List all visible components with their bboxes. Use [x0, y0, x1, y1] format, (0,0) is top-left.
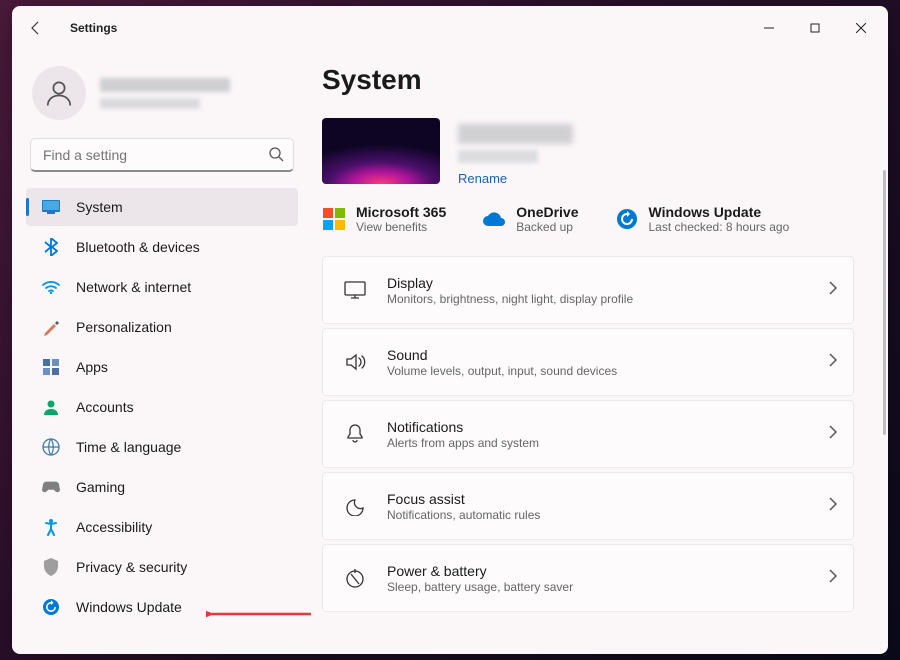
- status-title: Microsoft 365: [356, 204, 446, 220]
- sidebar-item-apps[interactable]: Apps: [26, 348, 298, 386]
- close-button[interactable]: [838, 12, 884, 44]
- desktop-preview[interactable]: [322, 118, 440, 184]
- maximize-button[interactable]: [792, 12, 838, 44]
- card-title: Notifications: [387, 419, 809, 435]
- user-name-redacted: [100, 78, 230, 92]
- status-sub: Backed up: [516, 220, 578, 234]
- chevron-right-icon: [829, 569, 837, 588]
- nav-icon: [42, 558, 60, 576]
- nav-label: Network & internet: [76, 279, 191, 295]
- card-subtitle: Alerts from apps and system: [387, 436, 809, 450]
- sidebar-item-accounts[interactable]: Accounts: [26, 388, 298, 426]
- device-name-redacted: [458, 124, 573, 144]
- chevron-right-icon: [829, 497, 837, 516]
- nav-label: Privacy & security: [76, 559, 187, 575]
- user-email-redacted: [100, 98, 200, 109]
- nav-icon: [42, 358, 60, 376]
- window-title: Settings: [70, 21, 117, 35]
- titlebar: Settings: [12, 6, 888, 50]
- card-icon: [343, 496, 367, 516]
- card-title: Power & battery: [387, 563, 809, 579]
- minimize-button[interactable]: [746, 12, 792, 44]
- chevron-right-icon: [829, 353, 837, 372]
- nav-label: Accessibility: [76, 519, 152, 535]
- nav-label: Apps: [76, 359, 108, 375]
- status-row: Microsoft 365 View benefits OneDrive Bac…: [322, 204, 854, 234]
- card-title: Focus assist: [387, 491, 809, 507]
- back-button[interactable]: [16, 8, 56, 48]
- card-subtitle: Monitors, brightness, night light, displ…: [387, 292, 809, 306]
- card-icon: [343, 567, 367, 589]
- nav-label: System: [76, 199, 123, 215]
- settings-window: Settings: [12, 6, 888, 654]
- settings-card-focus-assist[interactable]: Focus assistNotifications, automatic rul…: [322, 472, 854, 540]
- rename-link[interactable]: Rename: [458, 171, 573, 186]
- page-title: System: [322, 64, 854, 96]
- nav-icon: [42, 478, 60, 496]
- card-title: Sound: [387, 347, 809, 363]
- scrollbar[interactable]: [883, 170, 886, 652]
- user-block[interactable]: [18, 56, 306, 138]
- nav-icon: [42, 318, 60, 336]
- nav-icon: [42, 278, 60, 296]
- status-title: OneDrive: [516, 204, 578, 220]
- nav-icon: [42, 398, 60, 416]
- nav-icon: [42, 198, 60, 216]
- card-subtitle: Volume levels, output, input, sound devi…: [387, 364, 809, 378]
- chevron-right-icon: [829, 281, 837, 300]
- sidebar-item-personalization[interactable]: Personalization: [26, 308, 298, 346]
- status-microsoft-365[interactable]: Microsoft 365 View benefits: [322, 204, 446, 234]
- device-model-redacted: [458, 150, 538, 163]
- status-title: Windows Update: [649, 204, 790, 220]
- windows-update-icon: [615, 207, 639, 231]
- nav-icon: [42, 238, 60, 256]
- sidebar-item-time-language[interactable]: Time & language: [26, 428, 298, 466]
- nav-label: Personalization: [76, 319, 172, 335]
- card-subtitle: Notifications, automatic rules: [387, 508, 809, 522]
- settings-cards: DisplayMonitors, brightness, night light…: [322, 256, 854, 612]
- status-windows-update[interactable]: Windows Update Last checked: 8 hours ago: [615, 204, 790, 234]
- nav-icon: [42, 518, 60, 536]
- settings-card-power-battery[interactable]: Power & batterySleep, battery usage, bat…: [322, 544, 854, 612]
- sidebar-item-bluetooth-devices[interactable]: Bluetooth & devices: [26, 228, 298, 266]
- onedrive-icon: [482, 207, 506, 231]
- nav-label: Time & language: [76, 439, 181, 455]
- avatar: [32, 66, 86, 120]
- nav-label: Bluetooth & devices: [76, 239, 200, 255]
- nav-label: Accounts: [76, 399, 134, 415]
- sidebar-item-windows-update[interactable]: Windows Update: [26, 588, 298, 626]
- nav-icon: [42, 438, 60, 456]
- card-icon: [343, 281, 367, 299]
- nav-label: Gaming: [76, 479, 125, 495]
- nav-label: Windows Update: [76, 599, 182, 615]
- card-icon: [343, 353, 367, 371]
- settings-card-display[interactable]: DisplayMonitors, brightness, night light…: [322, 256, 854, 324]
- sidebar-item-gaming[interactable]: Gaming: [26, 468, 298, 506]
- nav-icon: [42, 598, 60, 616]
- settings-card-notifications[interactable]: NotificationsAlerts from apps and system: [322, 400, 854, 468]
- status-onedrive[interactable]: OneDrive Backed up: [482, 204, 578, 234]
- sidebar-item-accessibility[interactable]: Accessibility: [26, 508, 298, 546]
- search-input[interactable]: [30, 138, 294, 172]
- sidebar: System Bluetooth & devices Network & inter…: [12, 50, 312, 654]
- sidebar-item-system[interactable]: System: [26, 188, 298, 226]
- nav-list: System Bluetooth & devices Network & inter…: [18, 186, 306, 628]
- card-title: Display: [387, 275, 809, 291]
- settings-card-sound[interactable]: SoundVolume levels, output, input, sound…: [322, 328, 854, 396]
- content-area: System Rename Microsoft 365 View benefit…: [312, 50, 888, 654]
- sidebar-item-privacy-security[interactable]: Privacy & security: [26, 548, 298, 586]
- device-hero: Rename: [322, 118, 854, 186]
- window-controls: [746, 12, 884, 44]
- microsoft-365-icon: [322, 207, 346, 231]
- sidebar-item-network-internet[interactable]: Network & internet: [26, 268, 298, 306]
- status-sub: Last checked: 8 hours ago: [649, 220, 790, 234]
- card-subtitle: Sleep, battery usage, battery saver: [387, 580, 809, 594]
- status-sub: View benefits: [356, 220, 446, 234]
- chevron-right-icon: [829, 425, 837, 444]
- card-icon: [343, 423, 367, 445]
